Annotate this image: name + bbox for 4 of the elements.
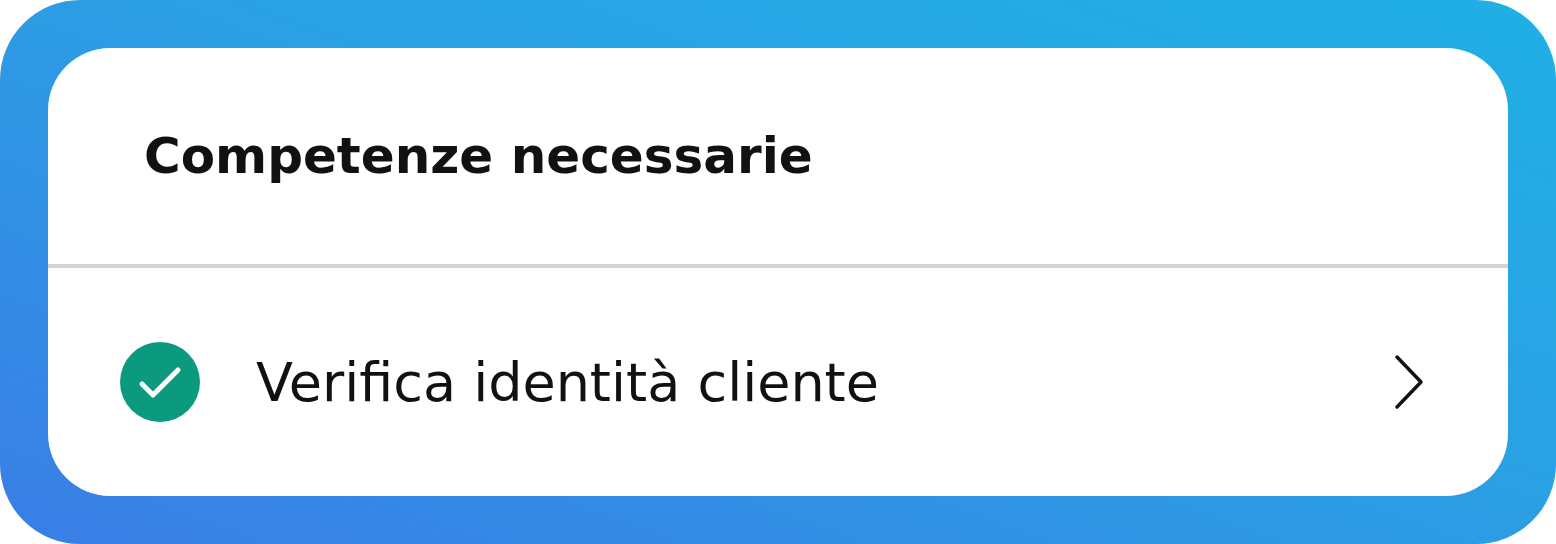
chevron-right-icon	[1394, 354, 1424, 410]
skill-row[interactable]: Verifica identità cliente	[48, 268, 1508, 496]
skill-label: Verifica identità cliente	[256, 350, 880, 414]
card-title: Competenze necessarie	[144, 127, 813, 185]
